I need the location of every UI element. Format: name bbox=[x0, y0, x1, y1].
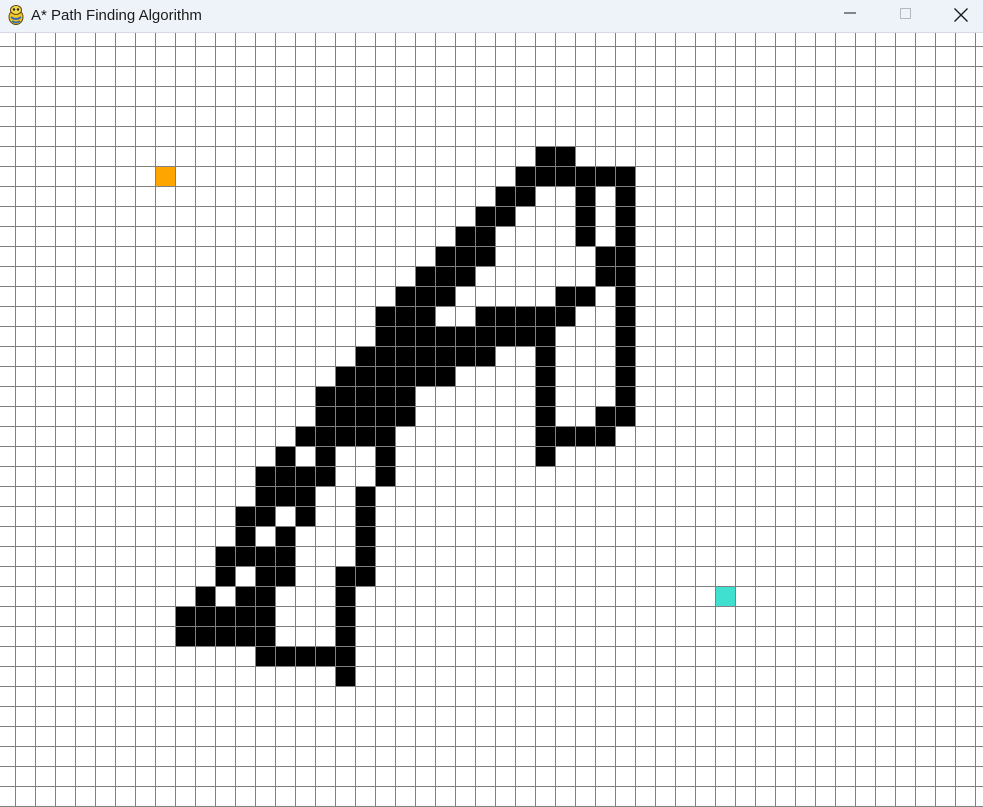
close-button[interactable] bbox=[937, 0, 983, 32]
window-title: A* Path Finding Algorithm bbox=[31, 7, 202, 24]
grid-lines bbox=[0, 33, 983, 807]
maximize-button[interactable] bbox=[883, 0, 929, 32]
window-titlebar[interactable]: A* Path Finding Algorithm bbox=[0, 0, 983, 33]
pygame-snake-icon bbox=[6, 4, 26, 26]
minimize-button[interactable] bbox=[827, 0, 873, 32]
pathfinding-grid[interactable] bbox=[0, 33, 983, 807]
